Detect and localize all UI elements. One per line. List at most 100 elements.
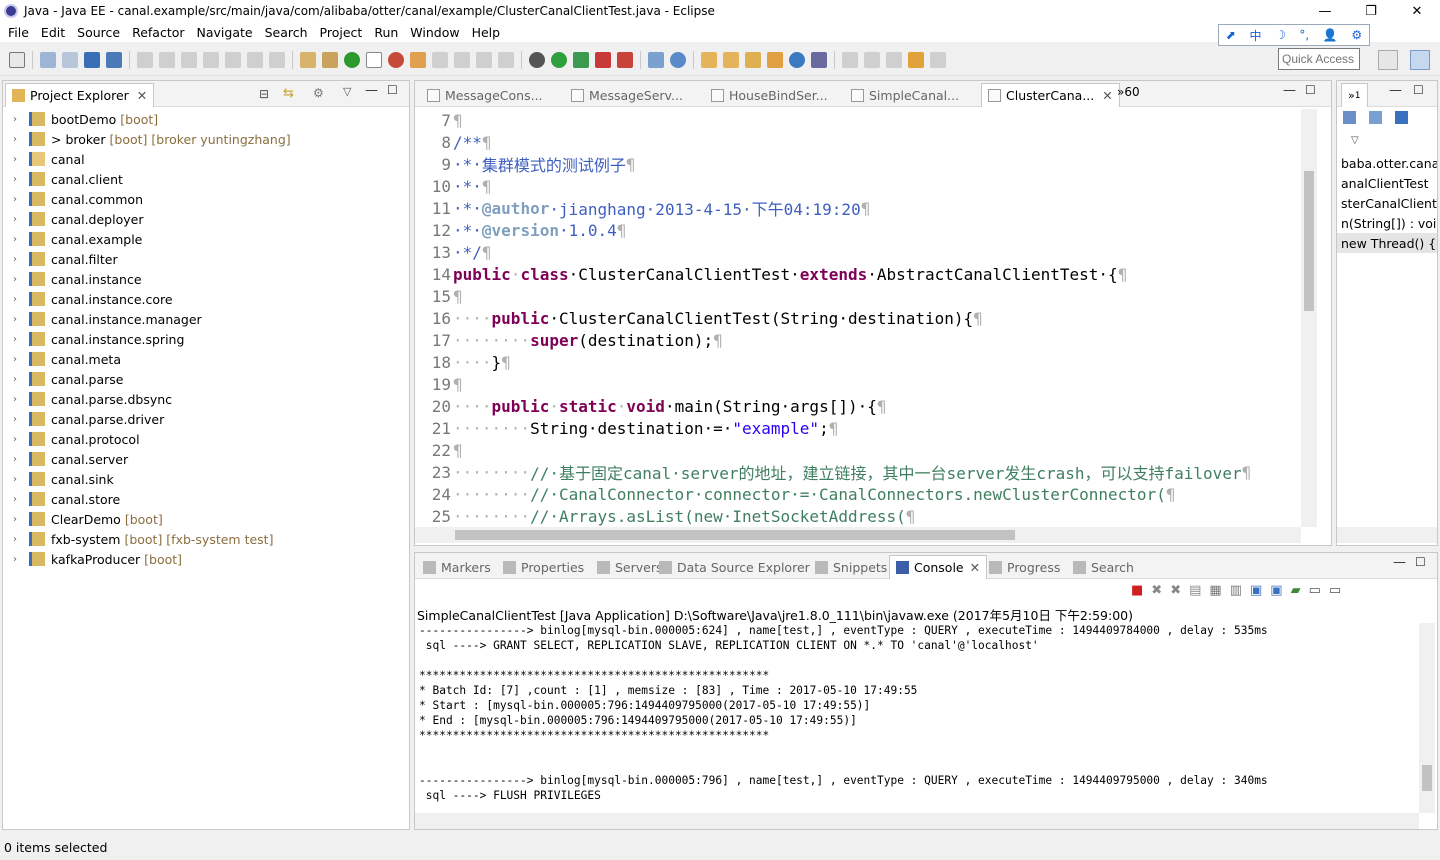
minimize-view-icon[interactable]: — (1393, 555, 1406, 570)
link-with-editor-icon[interactable]: ⇆ (283, 86, 294, 101)
tab-message-service[interactable]: MessageServ... (565, 83, 689, 107)
java-ee-perspective-icon[interactable] (1410, 50, 1430, 70)
new-class-icon[interactable] (670, 51, 686, 68)
project-item[interactable]: › canal.parse.driver (3, 409, 409, 429)
ime-arrow-icon[interactable]: ⬈ (1226, 28, 1236, 42)
server-start-icon[interactable] (344, 51, 360, 68)
project-item[interactable]: › canal.instance (3, 269, 409, 289)
close-icon[interactable]: ✕ (1102, 88, 1112, 103)
tab-overflow-button[interactable]: »60 (1117, 85, 1140, 99)
console-horizontal-scrollbar[interactable] (415, 813, 1419, 829)
project-item[interactable]: › canal.instance.manager (3, 309, 409, 329)
next-annotation-icon[interactable] (842, 51, 858, 68)
back-icon[interactable] (908, 51, 924, 68)
word-wrap-icon[interactable]: ▥ (1230, 583, 1242, 598)
forward-icon[interactable] (930, 51, 946, 68)
chevron-right-icon[interactable]: › (13, 454, 23, 465)
tab-console[interactable]: Console ✕ (889, 555, 988, 579)
scroll-thumb[interactable] (455, 530, 1015, 540)
disconnect-icon[interactable] (203, 51, 219, 68)
project-item[interactable]: › canal.store (3, 489, 409, 509)
chevron-right-icon[interactable]: › (13, 174, 23, 185)
menu-file[interactable]: File (2, 25, 35, 40)
tab-message-consumer[interactable]: MessageCons... (421, 83, 549, 107)
maximize-view-icon[interactable]: ☐ (1413, 83, 1424, 97)
search-pencil-icon[interactable] (745, 51, 761, 68)
console-output[interactable]: ----------------> binlog[mysql-bin.00000… (419, 623, 1268, 803)
chevron-right-icon[interactable]: › (13, 294, 23, 305)
clean-icon[interactable] (322, 51, 338, 68)
remove-all-icon[interactable]: ✖ (1170, 583, 1181, 598)
chevron-right-icon[interactable]: › (13, 214, 23, 225)
last-edit-icon[interactable] (886, 51, 902, 68)
open-console-icon[interactable]: ▭ (1329, 583, 1341, 598)
skip-breakpoints-icon[interactable] (106, 51, 122, 68)
close-button[interactable]: ✕ (1394, 0, 1440, 22)
target-icon[interactable] (388, 51, 404, 68)
save-icon[interactable] (40, 51, 56, 68)
menu-project[interactable]: Project (314, 25, 369, 40)
collapse-all-icon[interactable]: ⊟ (259, 87, 269, 101)
quick-access-input[interactable] (1278, 48, 1360, 70)
previous-annotation-icon[interactable] (864, 51, 880, 68)
chevron-right-icon[interactable]: › (13, 194, 23, 205)
pin-icon[interactable] (432, 51, 448, 68)
chevron-right-icon[interactable]: › (13, 434, 23, 445)
open-folder-icon[interactable] (701, 51, 717, 68)
chevron-right-icon[interactable]: › (13, 494, 23, 505)
project-item[interactable]: › canal (3, 149, 409, 169)
resume-icon[interactable] (137, 51, 153, 68)
maximize-button[interactable]: ❐ (1348, 0, 1394, 22)
project-item[interactable]: › canal.instance.spring (3, 329, 409, 349)
scroll-thumb[interactable] (1422, 765, 1432, 791)
debug-icon[interactable] (529, 51, 545, 68)
show-on-stderr-icon[interactable]: ▣ (1270, 583, 1282, 598)
outline-item[interactable]: sterCanalClientTe (1337, 193, 1437, 213)
tab-cluster-canal[interactable]: ClusterCana... ✕ (981, 83, 1120, 107)
sort-icon[interactable] (1369, 111, 1382, 124)
ime-gear-icon[interactable]: ⚙ (1351, 28, 1362, 42)
menu-window[interactable]: Window (404, 25, 465, 40)
project-item[interactable]: › canal.parse (3, 369, 409, 389)
new-icon[interactable] (9, 51, 25, 68)
console-vertical-scrollbar[interactable] (1419, 623, 1435, 813)
step-return-icon[interactable] (269, 51, 285, 68)
ime-punct-icon[interactable]: °, (1299, 28, 1309, 42)
new-java-project-icon[interactable] (648, 51, 664, 68)
project-item[interactable]: › kafkaProducer [boot] (3, 549, 409, 569)
maximize-view-icon[interactable]: ☐ (1305, 83, 1316, 97)
chevron-right-icon[interactable]: › (13, 554, 23, 565)
toggle-mark-icon[interactable] (366, 51, 382, 68)
outline-item[interactable]: n(String[]) : void (1337, 213, 1437, 233)
project-item[interactable]: › canal.server (3, 449, 409, 469)
hide-static-icon[interactable] (1395, 111, 1408, 124)
open-resource-icon[interactable] (767, 51, 783, 68)
menu-source[interactable]: Source (71, 25, 126, 40)
project-item[interactable]: › canal.parse.dbsync (3, 389, 409, 409)
ime-user-icon[interactable]: 👤 (1323, 28, 1338, 42)
project-item[interactable]: › canal.instance.core (3, 289, 409, 309)
step-into-icon[interactable] (225, 51, 241, 68)
open-perspective-icon[interactable] (1378, 50, 1398, 70)
project-item[interactable]: › canal.filter (3, 249, 409, 269)
tab-data-source-explorer[interactable]: Data Source Explorer (653, 555, 816, 579)
view-menu-icon[interactable]: ▽ (343, 85, 351, 98)
annotation-icon[interactable] (454, 51, 470, 68)
tab-snippets[interactable]: Snippets (809, 555, 893, 579)
minimize-view-icon[interactable]: — (1283, 83, 1296, 98)
chevron-right-icon[interactable]: › (13, 474, 23, 485)
editor-vertical-scrollbar[interactable] (1301, 109, 1317, 527)
tab-outline[interactable]: » 1 (1341, 83, 1368, 107)
project-item[interactable]: › canal.client (3, 169, 409, 189)
project-item[interactable]: › canal.meta (3, 349, 409, 369)
chevron-right-icon[interactable]: › (13, 394, 23, 405)
tab-markers[interactable]: Markers (417, 555, 497, 579)
show-on-stdout-icon[interactable]: ▣ (1250, 583, 1262, 598)
close-icon[interactable]: ✕ (970, 560, 980, 575)
block-selection-icon[interactable] (476, 51, 492, 68)
open-task-icon[interactable] (723, 51, 739, 68)
view-menu-icon[interactable]: ▽ (1351, 135, 1359, 146)
run-icon[interactable] (551, 51, 567, 68)
terminate-icon[interactable]: ■ (1131, 583, 1143, 598)
menu-run[interactable]: Run (368, 25, 404, 40)
